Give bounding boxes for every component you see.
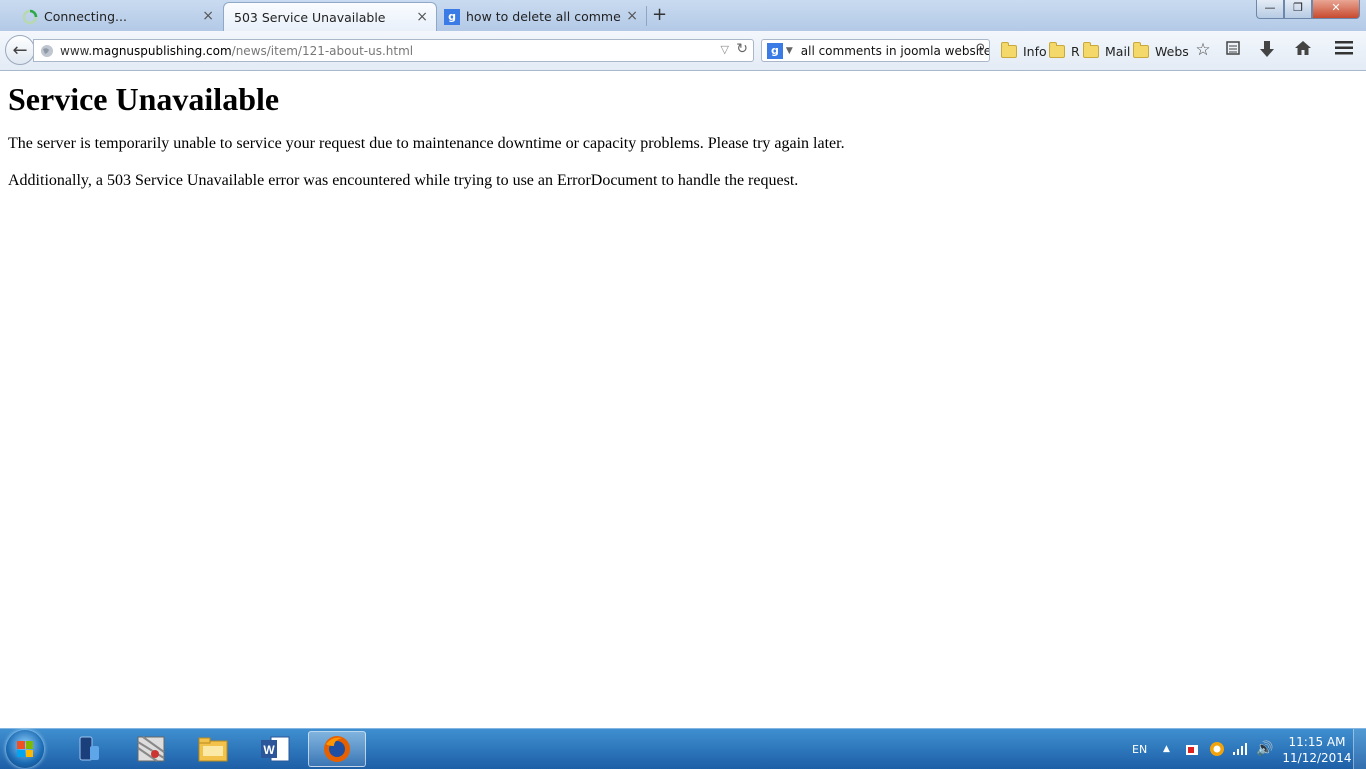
volume-icon[interactable]: 🔊 bbox=[1256, 729, 1273, 769]
close-tab-icon[interactable]: × bbox=[202, 8, 214, 24]
system-clock[interactable]: 11:15 AM 11/12/2014 bbox=[1282, 734, 1352, 766]
windows-taskbar: W EN ▲ 🔊 11:15 AM 11/12/2014 bbox=[0, 728, 1366, 769]
reload-icon[interactable]: ↻ bbox=[736, 41, 748, 57]
tab-label: Connecting... bbox=[44, 9, 127, 24]
page-title: Service Unavailable bbox=[8, 81, 280, 117]
tab-503-service-unavailable[interactable]: 503 Service Unavailable × bbox=[223, 2, 437, 31]
svg-text:W: W bbox=[263, 743, 275, 757]
bookmark-info[interactable]: Info bbox=[1001, 41, 1047, 60]
windows-logo-icon bbox=[17, 741, 33, 757]
phone-app-icon[interactable] bbox=[62, 731, 116, 767]
bookmark-mail[interactable]: Mail bbox=[1083, 41, 1131, 60]
download-icon[interactable] bbox=[1257, 40, 1277, 60]
bookmark-label: R bbox=[1071, 43, 1080, 59]
bookmark-label: Info bbox=[1023, 43, 1047, 59]
error-detail: Additionally, a 503 Service Unavailable … bbox=[8, 172, 799, 189]
security-tray-icon[interactable] bbox=[1185, 729, 1199, 769]
tab-search-results[interactable]: g how to delete all comment... × bbox=[438, 2, 646, 31]
url-prefix: www. bbox=[60, 43, 93, 58]
folder-icon bbox=[1049, 41, 1065, 58]
tab-connecting[interactable]: Connecting... × bbox=[0, 2, 222, 31]
restore-button[interactable]: ❐ bbox=[1284, 0, 1312, 19]
folder-icon bbox=[1001, 41, 1017, 58]
back-button[interactable]: ← bbox=[5, 35, 35, 65]
tab-separator bbox=[646, 6, 647, 26]
new-tab-button[interactable]: + bbox=[652, 4, 667, 25]
close-tab-icon[interactable]: × bbox=[416, 9, 428, 25]
reading-list-icon[interactable] bbox=[1223, 40, 1243, 60]
clock-date: 11/12/2014 bbox=[1282, 751, 1352, 765]
folder-icon bbox=[1083, 41, 1099, 58]
show-desktop-button[interactable] bbox=[1353, 729, 1366, 769]
firefox-icon[interactable] bbox=[308, 731, 366, 767]
page-content: Service Unavailable The server is tempor… bbox=[8, 71, 1358, 191]
file-explorer-icon[interactable] bbox=[186, 731, 240, 767]
loading-spinner-icon bbox=[22, 9, 38, 24]
folder-icon bbox=[1133, 41, 1149, 58]
bookmark-label: Webs bbox=[1155, 43, 1189, 59]
clock-time: 11:15 AM bbox=[1288, 735, 1346, 749]
back-arrow-icon: ← bbox=[12, 39, 28, 61]
archive-app-icon[interactable] bbox=[124, 731, 178, 767]
error-message: The server is temporarily unable to serv… bbox=[8, 135, 845, 152]
browser-titlebar: Connecting... × 503 Service Unavailable … bbox=[0, 0, 1366, 31]
language-indicator[interactable]: EN bbox=[1132, 729, 1147, 769]
star-bookmark-icon[interactable]: ☆ bbox=[1193, 40, 1213, 60]
bookmark-webs[interactable]: Webs bbox=[1133, 41, 1189, 60]
show-hidden-icons-button[interactable]: ▲ bbox=[1163, 729, 1170, 769]
google-icon[interactable]: g bbox=[767, 42, 783, 59]
globe-icon bbox=[41, 44, 53, 57]
address-bar[interactable]: www. magnuspublishing.com/news/item/121-a… bbox=[33, 39, 754, 62]
url-path: /news/item/121-about-us.html bbox=[231, 43, 414, 58]
tab-label: 503 Service Unavailable bbox=[234, 9, 386, 25]
google-icon: g bbox=[444, 8, 460, 25]
close-window-button[interactable]: ✕ bbox=[1312, 0, 1360, 19]
network-signal-icon[interactable] bbox=[1232, 729, 1248, 769]
url-host: magnuspublishing.com bbox=[92, 43, 232, 58]
bookmark-label: Mail bbox=[1105, 43, 1131, 59]
minimize-button[interactable]: — bbox=[1256, 0, 1284, 19]
home-icon[interactable] bbox=[1293, 40, 1313, 60]
history-dropdown-icon[interactable]: ▽ bbox=[721, 43, 729, 56]
update-tray-icon[interactable] bbox=[1209, 729, 1225, 769]
search-input[interactable]: all comments in joomla website bbox=[801, 44, 989, 58]
tab-label: how to delete all comment... bbox=[466, 9, 621, 24]
search-bar[interactable]: g ▼ all comments in joomla website ⚲ bbox=[761, 39, 990, 62]
word-icon[interactable]: W bbox=[248, 731, 302, 767]
window-controls: — ❐ ✕ bbox=[1256, 0, 1360, 20]
bookmark-r[interactable]: R bbox=[1049, 41, 1080, 60]
close-tab-icon[interactable]: × bbox=[626, 8, 638, 24]
menu-icon[interactable] bbox=[1334, 40, 1354, 60]
start-button[interactable] bbox=[6, 730, 44, 768]
magnifier-icon[interactable]: ⚲ bbox=[975, 42, 985, 57]
chevron-down-icon[interactable]: ▼ bbox=[786, 46, 793, 56]
